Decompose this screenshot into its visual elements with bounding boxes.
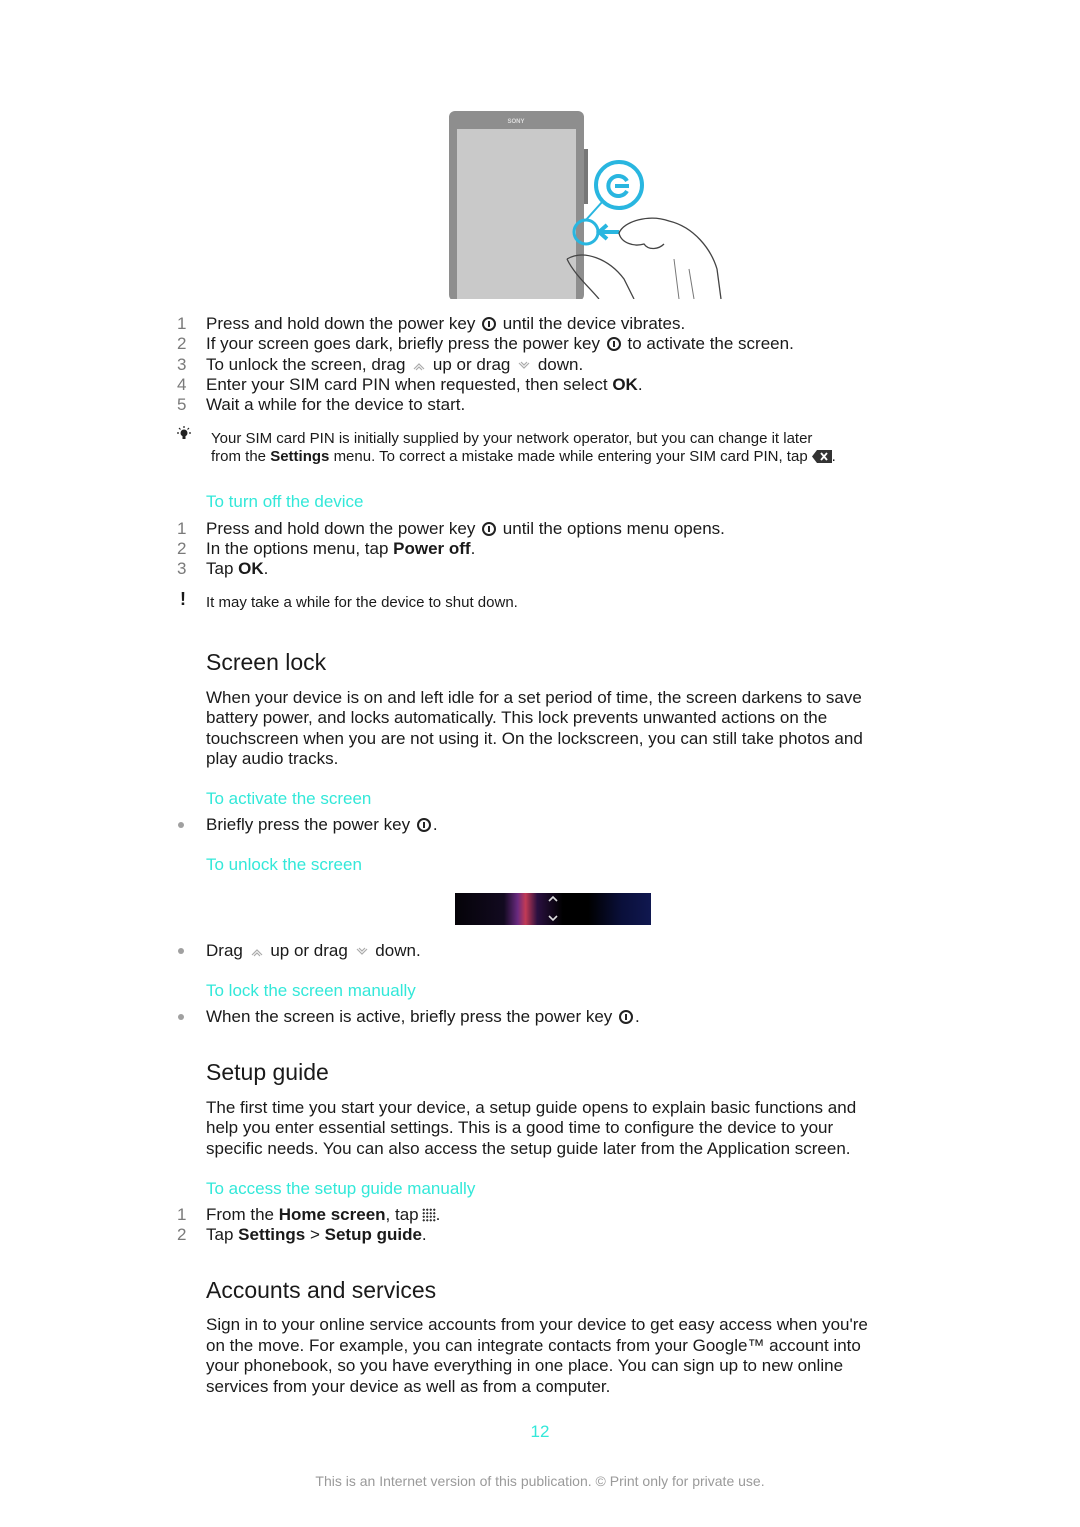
paragraph-line: The first time you start your device, a … [206,1098,857,1117]
paragraph-line: Sign in to your online service accounts … [206,1315,868,1334]
step-number: 2 [177,539,187,558]
page-number: 12 [530,1422,550,1441]
warning-text: It may take a while for the device to sh… [206,594,518,611]
paragraph-line: on the move. For example, you can integr… [206,1336,861,1355]
list-item: Press and hold down the power key until … [206,314,686,333]
step-number: 2 [177,334,187,353]
power-key-icon [482,317,497,331]
section-title-screen-lock: Screen lock [206,649,327,675]
paragraph-line: help you enter essential settings. This … [206,1118,834,1137]
step-number: 4 [177,375,187,394]
chevron-up-icon [548,895,558,902]
lightbulb-icon [177,426,191,439]
list-item: Enter your SIM card PIN when requested, … [206,375,643,394]
list-item: Drag up or drag down. [206,941,421,960]
unlock-heading: To unlock the screen [206,855,362,874]
list-item: Press and hold down the power key until … [206,519,725,538]
drag-down-icon [518,361,530,369]
lockscreen-preview [455,893,651,925]
bullet [178,1014,184,1020]
list-item: Wait a while for the device to start. [206,395,466,414]
delete-key-icon [811,450,832,463]
drag-up-icon [251,949,263,957]
power-key-icon [606,337,621,351]
paragraph-line: your phonebook, so you have everything i… [206,1356,844,1375]
list-item: Tap Settings > Setup guide. [206,1225,427,1244]
paragraph-line: battery power, and locks automatically. … [206,708,828,727]
section-title-accounts: Accounts and services [206,1277,437,1303]
footer-notice: This is an Internet version of this publ… [315,1473,765,1489]
list-item: If your screen goes dark, briefly press … [206,334,794,353]
list-item: Tap OK. [206,559,269,578]
turn-off-heading: To turn off the device [206,492,364,511]
paragraph-line: specific needs. You can also access the … [206,1139,851,1158]
step-number: 1 [177,314,187,333]
apps-grid-icon [421,1208,436,1222]
step-number: 3 [177,355,187,374]
list-item: To unlock the screen, drag up or drag do… [206,355,584,374]
bullet [178,948,184,954]
step-number: 1 [177,519,187,538]
list-item: When the screen is active, briefly press… [206,1007,640,1026]
power-key-icon [619,1010,634,1024]
list-item: From the Home screen, tap. [206,1205,441,1224]
paragraph-line: services from your device as well as fro… [206,1377,611,1396]
step-number: 5 [177,395,187,414]
activate-heading: To activate the screen [206,789,372,808]
list-item: Briefly press the power key . [206,815,438,834]
paragraph-line: play audio tracks. [206,749,339,768]
drag-down-icon [356,947,367,955]
chevron-down-icon [548,915,558,922]
phone-hand-illustration: SONY [449,111,722,301]
step-number: 1 [177,1205,187,1224]
power-key-illustration: SONY [449,109,724,301]
step-number: 2 [177,1225,187,1244]
lock-heading: To lock the screen manually [206,981,416,1000]
paragraph-line: touchscreen when you are not using it. O… [206,729,863,748]
warning-icon: ! [180,589,186,609]
drag-up-icon [413,363,425,371]
bullet [178,822,184,828]
list-item: In the options menu, tap Power off. [206,539,476,558]
section-title-setup-guide: Setup guide [206,1059,329,1085]
svg-text:SONY: SONY [507,119,524,125]
paragraph-line: When your device is on and left idle for… [206,688,862,707]
step-number: 3 [177,559,187,578]
tip-line-2: from the Settings menu. To correct a mis… [211,448,836,465]
tip-line-1: Your SIM card PIN is initially supplied … [211,430,813,447]
power-key-icon [482,522,497,536]
setup-guide-heading: To access the setup guide manually [206,1179,476,1198]
power-key-icon [416,818,431,832]
